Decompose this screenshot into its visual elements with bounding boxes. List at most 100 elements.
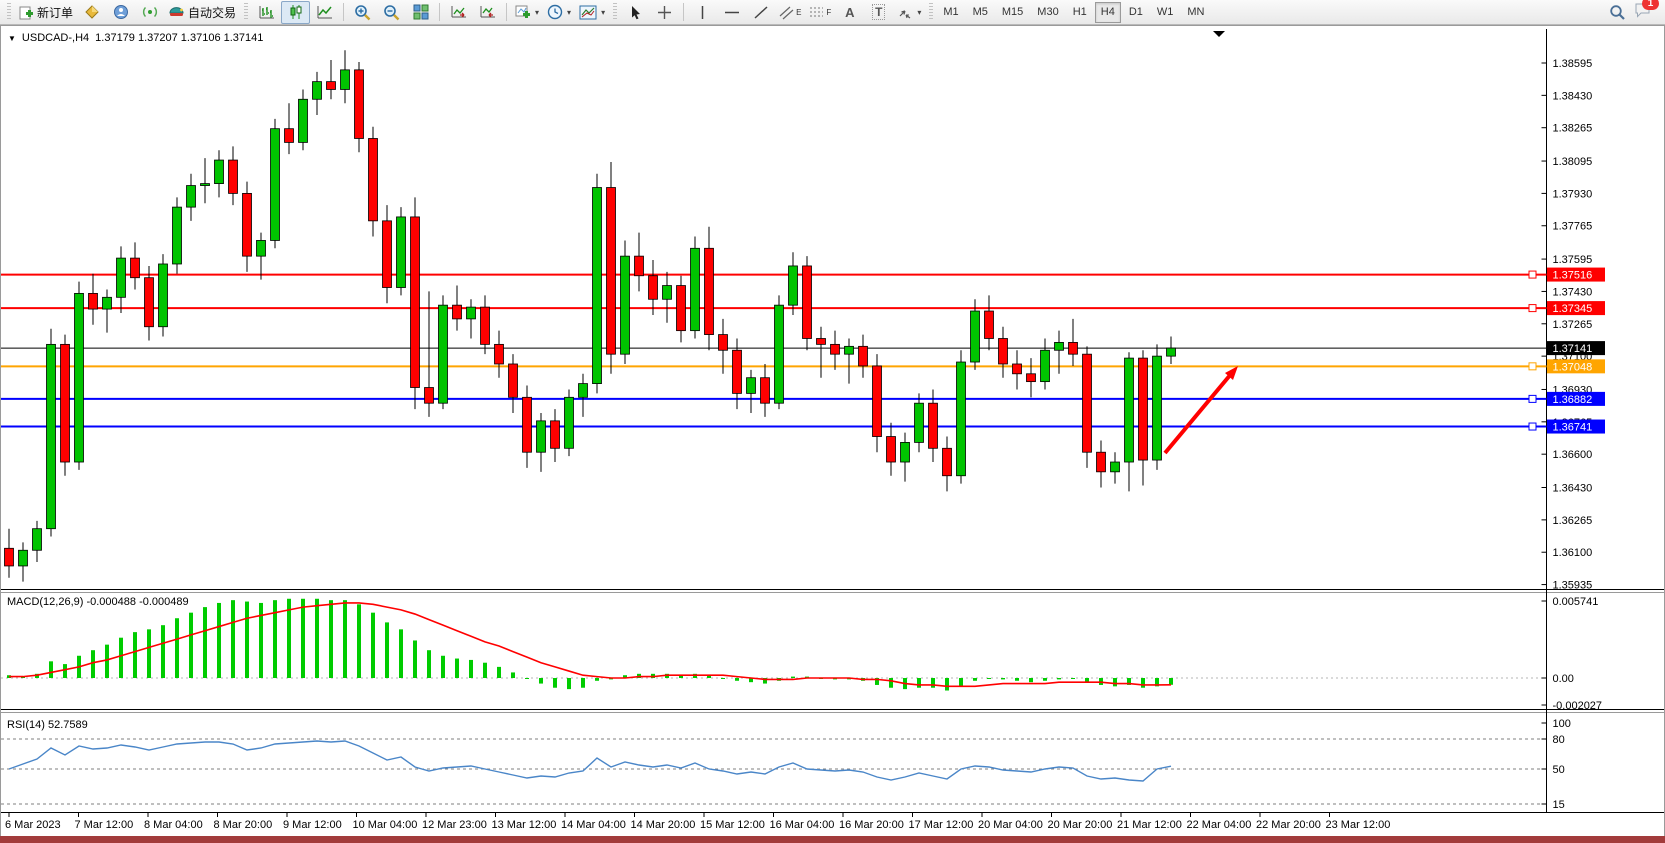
horizontal-line-button[interactable] bbox=[717, 1, 746, 24]
navigator-button[interactable] bbox=[106, 1, 135, 24]
chart-header: ▼ USDCAD-,H4 1.37179 1.37207 1.37106 1.3… bbox=[8, 32, 263, 44]
time-tick-label: 22 Mar 20:00 bbox=[1256, 819, 1321, 831]
candlestick-chart-button[interactable] bbox=[281, 1, 310, 24]
text-label-icon: T bbox=[872, 4, 885, 20]
candle-body bbox=[1041, 350, 1050, 381]
autotrading-button[interactable]: 自动交易 bbox=[164, 1, 240, 24]
market-watch-button[interactable] bbox=[77, 1, 106, 24]
timeframe-w1-button[interactable]: W1 bbox=[1151, 2, 1180, 23]
candle-body bbox=[47, 344, 56, 528]
toolbar-separator bbox=[683, 3, 684, 21]
candle-body bbox=[215, 160, 224, 184]
toolbar-grip[interactable] bbox=[244, 3, 248, 21]
candle-body bbox=[243, 193, 252, 256]
candle-body bbox=[439, 305, 448, 403]
candle-body bbox=[1013, 364, 1022, 374]
text-button[interactable]: A bbox=[835, 1, 864, 24]
candle-body bbox=[467, 307, 476, 319]
axis-price-flag: 1.36882 bbox=[1547, 392, 1605, 406]
time-tick-label: 20 Mar 20:00 bbox=[1048, 819, 1113, 831]
time-tick-label: 8 Mar 04:00 bbox=[144, 819, 203, 831]
candle-body bbox=[845, 346, 854, 354]
candle-body bbox=[271, 129, 280, 241]
timeframe-mn-button[interactable]: MN bbox=[1181, 2, 1210, 23]
candle-body bbox=[719, 335, 728, 351]
arrows-button[interactable]: ▾ bbox=[893, 1, 925, 24]
time-tick-label: 16 Mar 04:00 bbox=[770, 819, 835, 831]
timeframe-d1-button[interactable]: D1 bbox=[1123, 2, 1149, 23]
axis-price-flag: 1.37141 bbox=[1547, 341, 1605, 355]
zoom-out-button[interactable] bbox=[377, 1, 406, 24]
chart-shift-button[interactable] bbox=[473, 1, 502, 24]
timeframe-m15-button[interactable]: M15 bbox=[996, 2, 1029, 23]
search-icon[interactable] bbox=[1609, 4, 1626, 21]
axis-price-flag-text: 1.36882 bbox=[1553, 394, 1593, 406]
toolbar-grip[interactable] bbox=[613, 3, 617, 21]
toolbar-grip[interactable] bbox=[7, 3, 11, 21]
rsi-tick-label: 15 bbox=[1553, 799, 1565, 811]
chart-shift-icon bbox=[480, 4, 496, 20]
trendline-icon bbox=[753, 5, 769, 20]
templates-button[interactable]: ▾ bbox=[575, 1, 609, 24]
candle-body bbox=[565, 397, 574, 448]
new-chart-button[interactable]: ▾ bbox=[511, 1, 543, 24]
price-tick-label: 1.38265 bbox=[1553, 123, 1593, 135]
fibonacci-button[interactable]: F bbox=[805, 1, 835, 24]
vertical-line-icon bbox=[696, 5, 709, 20]
time-tick-label: 14 Mar 20:00 bbox=[631, 819, 696, 831]
auto-scroll-icon bbox=[451, 4, 467, 20]
candle-body bbox=[817, 338, 826, 344]
crosshair-icon bbox=[657, 5, 672, 20]
chart-menu-icon[interactable]: ▼ bbox=[8, 34, 16, 43]
chat-button[interactable]: 1 bbox=[1634, 2, 1652, 23]
crosshair-button[interactable] bbox=[650, 1, 679, 24]
timeframe-m30-button[interactable]: M30 bbox=[1031, 2, 1064, 23]
candle-body bbox=[187, 186, 196, 208]
auto-scroll-button[interactable] bbox=[444, 1, 473, 24]
fibo-letter: F bbox=[826, 8, 831, 17]
timeframe-m1-button[interactable]: M1 bbox=[937, 2, 964, 23]
line-chart-button[interactable] bbox=[310, 1, 339, 24]
zoom-in-button[interactable] bbox=[348, 1, 377, 24]
chart-window: 1.385951.384301.382651.380951.379301.377… bbox=[0, 25, 1665, 837]
candle-body bbox=[1125, 358, 1134, 462]
candle-body bbox=[1027, 374, 1036, 382]
bar-chart-button[interactable] bbox=[252, 1, 281, 24]
candle-body bbox=[607, 188, 616, 355]
cursor-button[interactable] bbox=[621, 1, 650, 24]
candle-body bbox=[89, 293, 98, 309]
vertical-line-button[interactable] bbox=[688, 1, 717, 24]
periods-button[interactable]: ▾ bbox=[543, 1, 575, 24]
trendline-button[interactable] bbox=[746, 1, 775, 24]
axis-price-flag-text: 1.36741 bbox=[1553, 422, 1593, 434]
candle-body bbox=[117, 258, 126, 297]
channel-letter: E bbox=[796, 8, 801, 17]
tile-windows-button[interactable] bbox=[406, 1, 435, 24]
timeframe-h4-button[interactable]: H4 bbox=[1095, 2, 1121, 23]
time-tick-label: 16 Mar 20:00 bbox=[839, 819, 904, 831]
time-tick-label: 12 Mar 23:00 bbox=[422, 819, 487, 831]
candle-body bbox=[369, 138, 378, 220]
time-tick-label: 8 Mar 20:00 bbox=[214, 819, 273, 831]
new-order-button[interactable]: 新订单 bbox=[15, 1, 77, 24]
time-tick-label: 14 Mar 04:00 bbox=[561, 819, 626, 831]
terminal-button[interactable] bbox=[135, 1, 164, 24]
time-tick-label: 15 Mar 12:00 bbox=[700, 819, 765, 831]
candle-body bbox=[1083, 354, 1092, 452]
chart-canvas[interactable]: 1.385951.384301.382651.380951.379301.377… bbox=[1, 26, 1664, 836]
zoom-in-icon bbox=[354, 4, 371, 21]
market-watch-icon bbox=[84, 4, 100, 20]
candle-body bbox=[1153, 356, 1162, 460]
candle-body bbox=[19, 550, 28, 566]
text-label-button[interactable]: T bbox=[864, 1, 893, 24]
candle-body bbox=[929, 403, 938, 448]
timeframe-m5-button[interactable]: M5 bbox=[967, 2, 994, 23]
equidistant-channel-button[interactable]: E bbox=[775, 1, 805, 24]
price-tick-label: 1.37595 bbox=[1553, 254, 1593, 266]
candle-body bbox=[831, 344, 840, 354]
toolbar-grip[interactable] bbox=[929, 3, 933, 21]
time-tick-label: 9 Mar 12:00 bbox=[283, 819, 342, 831]
autotrading-icon bbox=[168, 4, 185, 20]
bottom-accent-bar bbox=[0, 836, 1665, 843]
timeframe-h1-button[interactable]: H1 bbox=[1067, 2, 1093, 23]
